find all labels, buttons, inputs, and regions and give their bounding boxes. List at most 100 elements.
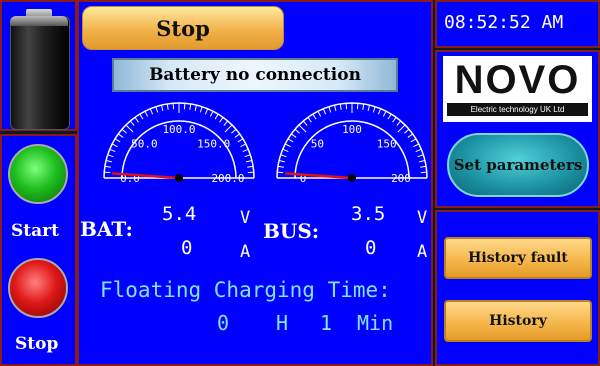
battery-gauge-tick [114, 138, 121, 143]
battery-gauge-tick [194, 104, 197, 112]
bus-gauge-tick [367, 104, 370, 112]
logo-wordmark: NOVO [454, 58, 581, 102]
battery-gauge-tick [219, 117, 224, 123]
battery-gauge-tick-label: 200.0 [211, 172, 244, 185]
bus-gauge-tick [417, 154, 424, 158]
bus-gauge-tick [407, 133, 413, 138]
bus-gauge-tick [410, 138, 417, 143]
bus-gauge-tick [322, 108, 327, 115]
bat-current-value: 0 [181, 237, 193, 259]
bus-gauge-tick [387, 113, 392, 120]
battery-gauge-tick [214, 113, 219, 120]
battery-gauge-tick [240, 143, 247, 148]
charging-minutes-unit: Min [357, 311, 394, 335]
bus-gauge-tick [413, 143, 420, 148]
hmi-screen: Start Stop Stop Battery no connection 0.… [0, 0, 600, 366]
battery-gauge-tick [224, 124, 233, 133]
bus-gauge-tick [334, 104, 337, 112]
battery-gauge-tick [149, 108, 154, 115]
battery-gauge-tick [105, 160, 113, 163]
bus-gauge-tick [278, 160, 286, 163]
charging-minutes: 1 [320, 311, 333, 335]
battery-gauge-tick [134, 117, 139, 123]
history-button[interactable]: History [444, 300, 592, 342]
bus-gauge-tick [298, 124, 307, 133]
brand-logo: NOVO Electric technology UK Ltd [443, 56, 592, 122]
bus-gauge-tick [291, 133, 297, 138]
battery-gauge-tick [166, 103, 169, 110]
battery-gauge: 0.050.0100.0150.0200.0 [103, 102, 255, 185]
bus-current-unit: A [417, 242, 428, 262]
bat-current-unit: A [240, 242, 251, 262]
bus-gauge-tick [280, 154, 287, 158]
history-fault-button[interactable]: History fault [444, 237, 592, 279]
bus-gauge-tick [415, 148, 422, 153]
battery-gauge-tick-label: 50.0 [131, 137, 158, 150]
bat-voltage-unit: V [240, 208, 251, 228]
bus-gauge-tick [420, 165, 427, 168]
battery-gauge-tick [109, 148, 116, 153]
clock-time: 08:52:52 AM [444, 12, 564, 33]
battery-gauge-tick [129, 120, 135, 126]
bus-gauge-tick [362, 103, 365, 110]
battery-gauge-tick [144, 110, 149, 117]
bus-gauge-tick [397, 124, 406, 133]
bus-gauge-tick [339, 103, 342, 110]
bus-gauge-tick [317, 110, 322, 117]
battery-gauge-tick [125, 124, 134, 133]
battery-gauge-tick [139, 113, 144, 120]
battery-gauge-tick [237, 138, 244, 143]
battery-gauge-tick [199, 106, 203, 113]
floating-charging-title: Floating Charging Time: [100, 278, 391, 302]
battery-gauge-tick [189, 103, 192, 110]
bus-gauge-tick [328, 106, 332, 113]
bus-gauge-tick [282, 148, 289, 153]
battery-gauge-tick [245, 160, 253, 163]
bus-gauge-tick [392, 117, 397, 123]
bus-gauge-tick [377, 108, 382, 115]
battery-gauge-tick [247, 165, 254, 168]
battery-gauge-tick [155, 106, 159, 113]
battery-gauge-tick [118, 133, 124, 138]
battery-gauge-tick [242, 148, 249, 153]
battery-gauge-tick [204, 108, 209, 115]
bus-gauge-tick [312, 113, 317, 120]
charging-hours-unit: H [276, 311, 289, 335]
bus-voltage-unit: V [417, 208, 428, 228]
bus-voltage-value: 3.5 [351, 203, 386, 225]
battery-gauge-tick [104, 165, 111, 168]
bus-gauge-hub [348, 174, 356, 182]
bus-gauge-tick-label: 150 [377, 137, 397, 150]
bus-gauge-tick [396, 120, 402, 126]
bus-gauge-tick [287, 138, 294, 143]
bus-gauge-tick [284, 143, 291, 148]
bat-voltage-value: 5.4 [162, 203, 197, 225]
bus-gauge-tick [277, 165, 284, 168]
bus-gauge-tick [302, 120, 308, 126]
battery-gauge-tick [223, 120, 229, 126]
battery-gauge-tick [111, 143, 118, 148]
bus-gauge-tick-label: 50 [311, 137, 324, 150]
bus-gauge-tick [382, 110, 387, 117]
bus-gauge-tick [372, 106, 376, 113]
battery-gauge-tick [231, 128, 237, 134]
bus-gauge-outer-arc [276, 102, 428, 179]
bus-current-value: 0 [365, 237, 377, 259]
battery-gauge-tick-label: 150.0 [197, 137, 230, 150]
bus-gauge-tick [404, 128, 410, 134]
bus-gauge: 050100150200 [276, 102, 428, 185]
set-parameters-button[interactable]: Set parameters [447, 133, 589, 197]
charging-hours: 0 [217, 311, 230, 335]
bus-gauge-tick [418, 160, 426, 163]
battery-gauge-tick [121, 128, 127, 134]
battery-gauge-tick [107, 154, 114, 158]
bus-gauge-tick-label: 200 [391, 172, 411, 185]
logo-tagline: Electric technology UK Ltd [447, 103, 588, 116]
battery-gauge-outer-arc [103, 102, 255, 179]
battery-gauge-tick-label: 100.0 [162, 123, 195, 136]
battery-gauge-tick [244, 154, 251, 158]
battery-gauge-tick [234, 133, 240, 138]
bus-gauge-tick [307, 117, 312, 123]
bat-label: BAT: [80, 217, 133, 241]
bus-gauge-tick-label: 100 [342, 123, 362, 136]
